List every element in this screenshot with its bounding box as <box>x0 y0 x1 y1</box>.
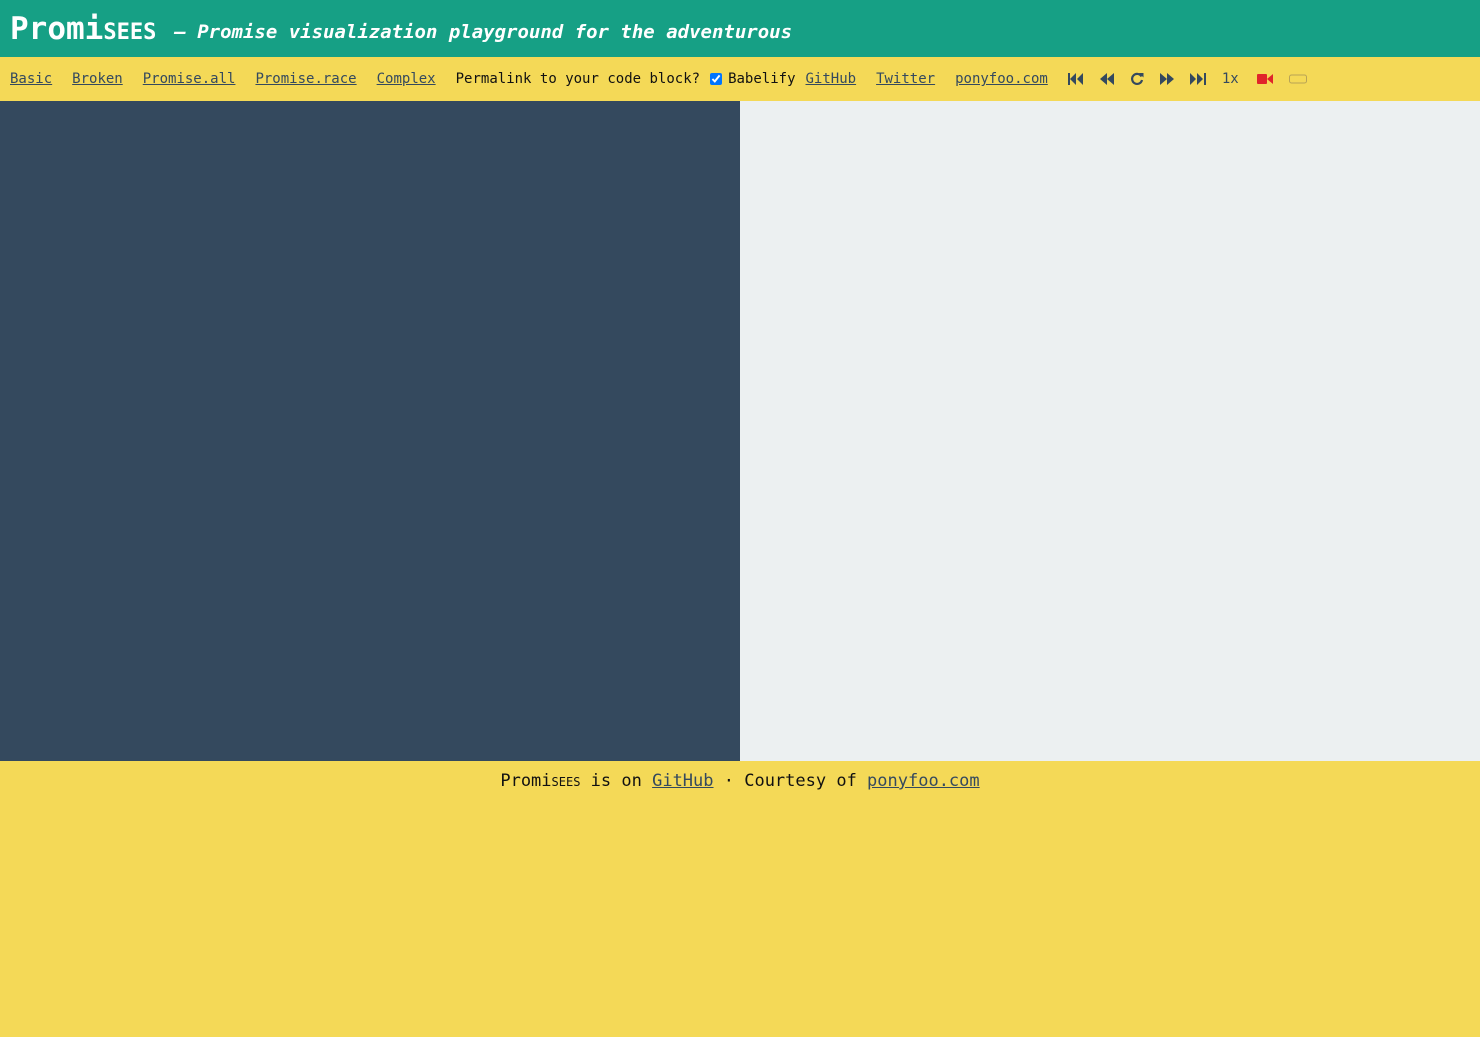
forward-icon[interactable] <box>1159 73 1174 85</box>
example-broken-link[interactable]: Broken <box>72 71 123 87</box>
example-promise-all-link[interactable]: Promise.all <box>143 71 236 87</box>
example-basic-link[interactable]: Basic <box>10 71 52 87</box>
ponyfoo-link[interactable]: ponyfoo.com <box>955 71 1048 87</box>
logo-main: Promi <box>10 10 104 47</box>
footer: PromiSEES is on GitHub · Courtesy of pon… <box>0 761 1480 791</box>
footer-brand-main: Promi <box>500 771 552 791</box>
visualization-pane <box>740 101 1480 761</box>
speed-control[interactable]: 1x <box>1222 71 1239 87</box>
workspace <box>0 101 1480 761</box>
twitter-link[interactable]: Twitter <box>876 71 935 87</box>
permalink-text[interactable]: Permalink to your code block? <box>456 71 700 87</box>
app-logo: PromiSEES <box>10 11 156 47</box>
code-editor-pane[interactable] <box>0 101 740 761</box>
github-link[interactable]: GitHub <box>806 71 857 87</box>
footer-is-on: is on <box>580 771 653 791</box>
replay-icon[interactable] <box>1130 72 1144 86</box>
example-complex-link[interactable]: Complex <box>377 71 436 87</box>
babelify-label: Babelify <box>728 71 796 87</box>
last-icon[interactable] <box>1189 73 1206 85</box>
video-camera-icon[interactable] <box>1256 73 1273 85</box>
footer-github-link[interactable]: GitHub <box>652 771 713 791</box>
footer-brand-sees: SEES <box>551 775 581 789</box>
toggle-icon[interactable] <box>1288 74 1307 84</box>
playback-controls: 1x <box>1067 71 1323 87</box>
back-icon[interactable] <box>1099 73 1114 85</box>
footer-brand: PromiSEES <box>500 771 580 791</box>
tagline: — Promise visualization playground for t… <box>174 20 793 43</box>
footer-courtesy: · Courtesy of <box>713 771 868 791</box>
toolbar: Basic Broken Promise.all Promise.race Co… <box>0 57 1480 101</box>
first-icon[interactable] <box>1067 73 1084 85</box>
logo-sees: SEES <box>103 19 157 45</box>
app-header: PromiSEES — Promise visualization playgr… <box>0 0 1480 57</box>
babelify-checkbox[interactable] <box>710 73 723 85</box>
babelify-toggle[interactable]: Babelify <box>710 71 796 87</box>
example-promise-race-link[interactable]: Promise.race <box>255 71 356 87</box>
footer-ponyfoo-link[interactable]: ponyfoo.com <box>867 771 980 791</box>
